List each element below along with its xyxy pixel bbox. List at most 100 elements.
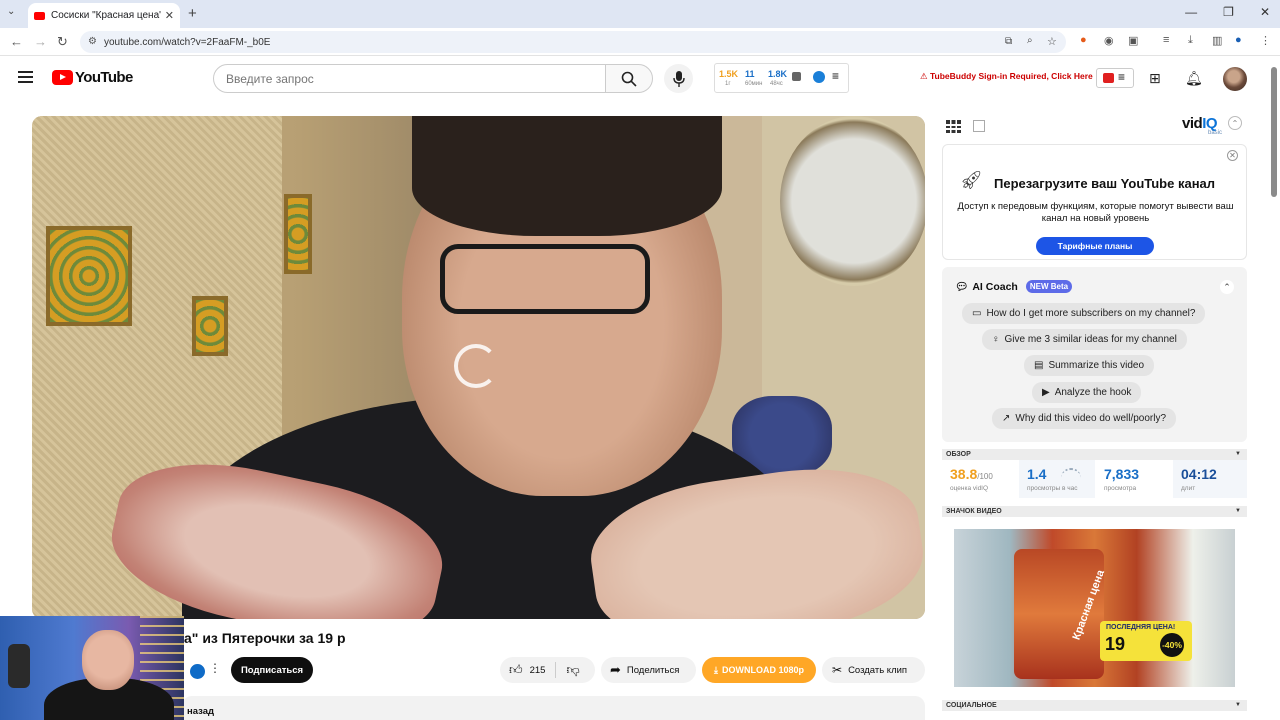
document-icon: ▤ (1034, 360, 1044, 371)
video-thumbnail[interactable]: Красная цена ПОСЛЕДНЯЯ ЦЕНА! 19 -40% (954, 529, 1235, 687)
download-button[interactable]: ⤓ DOWNLOAD 1080p (702, 657, 816, 683)
video-icon: ▶ (1042, 387, 1050, 398)
ai-prompt-chip[interactable]: ▤ Summarize this video (1024, 355, 1155, 376)
menu-icon[interactable] (18, 71, 33, 83)
browser-tab[interactable]: Сосиски "Красная цена" из Пятерочки за 1… (28, 3, 180, 28)
stats-view-icon[interactable] (973, 120, 985, 132)
video-frame-picture (46, 226, 132, 326)
screenshot-icon[interactable]: ⧉ (1005, 36, 1012, 47)
forward-icon[interactable]: → (34, 34, 47, 49)
views-value: 7,833 (1104, 466, 1140, 482)
overview-section-header[interactable]: ОБЗОР ▼ (942, 449, 1247, 460)
promo-description: Доступ к передовым функциям, которые пом… (957, 201, 1234, 224)
close-window-icon[interactable]: ✕ (1260, 5, 1270, 19)
ai-coach-panel: 💬︎ AI Coach NEW Beta ⌃ ▭ How do I get mor… (942, 267, 1247, 442)
side-panel-icon[interactable]: ▥ (1212, 34, 1222, 47)
realtime-stat-3-label: 48чс (770, 81, 783, 87)
minimize-icon[interactable]: — (1185, 5, 1197, 19)
address-bar[interactable]: ⚙ youtube.com/watch?v=2FaaFM-_b0E ⧉ ⌕ ☆ (80, 31, 1066, 53)
chat-icon: 💬︎ (955, 281, 969, 293)
social-section-header[interactable]: СОЦИАЛЬНОЕ ▼ (942, 700, 1247, 711)
video-frame-picture (284, 194, 312, 274)
thumbnail-section-header[interactable]: ЗНАЧОК ВИДЕО ▼ (942, 506, 1247, 517)
youtube-logo[interactable]: YouTube (52, 69, 133, 86)
tab-search-icon[interactable]: ⌄ (7, 6, 15, 17)
zoom-icon[interactable]: ⌕ (1027, 35, 1033, 46)
tab-title: Сосиски "Красная цена" из Пятерочки за 1… (51, 10, 161, 21)
ai-prompt-chip[interactable]: ▭ How do I get more subscribers on my cha… (962, 303, 1206, 324)
trend-chart-icon: ↗ (1002, 413, 1011, 424)
voice-search-button[interactable] (664, 64, 693, 93)
description-box[interactable] (182, 696, 925, 720)
tubebuddy-icon (1103, 73, 1114, 83)
lightbulb-icon: ♀ (992, 334, 1000, 345)
chart-icon (792, 72, 801, 81)
grid-view-icon[interactable] (946, 120, 961, 133)
collapse-triangle-icon: ▼ (1235, 702, 1241, 708)
ai-coach-header: 💬︎ AI Coach NEW Beta (955, 280, 1073, 293)
video-player[interactable] (32, 116, 925, 619)
profile-icon[interactable]: ● (1235, 34, 1242, 46)
ai-prompt-label: How do I get more subscribers on my chan… (986, 308, 1196, 319)
restore-icon[interactable]: ❐ (1223, 5, 1234, 19)
collapse-panel-icon[interactable]: ⌃ (1228, 116, 1242, 130)
promo-title: Перезагрузите ваш YouTube канал (994, 176, 1216, 191)
new-tab-icon[interactable]: + (188, 5, 197, 22)
new-beta-badge: NEW Beta (1025, 280, 1073, 293)
video-frame-picture (192, 296, 228, 356)
video-frame-glasses (440, 244, 650, 314)
vidiq-score-cell: 38.8/100 оценка vidIQ (942, 460, 1018, 498)
tubebuddy-warning[interactable]: ⚠ TubeBuddy Sign-in Required, Click Here (920, 71, 1093, 82)
reading-list-icon[interactable]: ≡ (1163, 34, 1169, 46)
vidiq-score-label: оценка vidIQ (950, 485, 989, 492)
vidiq-promo-card: ✕ 🚀︎ Перезагрузите ваш YouTube канал Дос… (942, 144, 1247, 260)
share-button[interactable]: ➦ Поделиться (601, 657, 696, 683)
views-label: просмотра (1104, 485, 1137, 492)
downloads-icon[interactable]: ⤓ (1188, 34, 1193, 47)
extensions-puzzle-icon[interactable]: ▣ (1128, 34, 1138, 47)
video-frame-mirror (780, 116, 925, 286)
scissors-icon: ✂ (832, 663, 843, 677)
search-button[interactable] (605, 64, 653, 93)
search-input[interactable]: Введите запрос (213, 64, 606, 93)
scrollbar-thumb[interactable] (1271, 67, 1277, 197)
site-info-icon[interactable]: ⚙ (88, 36, 97, 47)
notifications-bell-icon[interactable]: 🔔︎ (1185, 70, 1203, 87)
tab-close-icon[interactable]: ✕ (165, 9, 174, 22)
back-icon[interactable]: ← (10, 34, 23, 49)
microphone-icon (672, 70, 685, 87)
dislike-icon[interactable]: 👎︎ (566, 662, 579, 678)
browser-menu-icon[interactable]: ⋮ (1260, 34, 1271, 47)
collapse-ai-coach-icon[interactable]: ⌃ (1220, 280, 1234, 294)
tubebuddy-button[interactable]: ≡ (1096, 68, 1134, 88)
channel-more-icon[interactable]: ⋮ (209, 661, 221, 675)
like-count[interactable]: 215 (530, 665, 546, 676)
subscribe-button[interactable]: Подписаться (231, 657, 313, 683)
vidiq-realtime-stats[interactable]: 1.5K 1г 11 60мин 1.8K 48чс ≡ (714, 63, 849, 93)
ai-prompt-chip[interactable]: ♀ Give me 3 similar ideas for my channel (982, 329, 1187, 350)
vidiq-logo-part-1: vid (1182, 115, 1203, 132)
views-per-hour-value: 1.4 (1027, 466, 1047, 482)
close-promo-icon[interactable]: ✕ (1227, 150, 1238, 161)
create-video-icon[interactable]: ⊞ (1149, 70, 1161, 87)
account-avatar[interactable] (1223, 67, 1247, 91)
vidiq-score: 38.8/100 (950, 466, 993, 482)
extension-flame-icon[interactable]: ● (1080, 34, 1087, 46)
channel-vidiq-icon[interactable] (190, 664, 205, 679)
page-scrollbar[interactable] (1268, 57, 1280, 720)
views-cell: 7,833 просмотра (1096, 460, 1172, 498)
ai-prompt-label: Give me 3 similar ideas for my channel (1004, 334, 1177, 345)
bookmark-star-icon[interactable]: ☆ (1047, 35, 1057, 48)
extension-icon[interactable]: ◉ (1104, 34, 1114, 47)
price-tag-title: ПОСЛЕДНЯЯ ЦЕНА! (1106, 624, 1176, 631)
reload-icon[interactable]: ↻ (57, 34, 68, 50)
length-cell: 04:12 длит (1173, 460, 1247, 498)
ai-prompt-chip[interactable]: ↗ Why did this video do well/poorly? (992, 408, 1177, 429)
youtube-favicon-icon (34, 11, 45, 20)
pricing-plans-button[interactable]: Тарифные планы (1036, 237, 1154, 255)
collapse-triangle-icon: ▼ (1235, 451, 1241, 457)
ai-prompt-chip[interactable]: ▶ Analyze the hook (1032, 382, 1142, 403)
length-label: длит (1181, 485, 1196, 492)
create-clip-button[interactable]: ✂ Создать клип (822, 657, 925, 683)
like-icon[interactable]: 👍︎ (509, 662, 523, 678)
